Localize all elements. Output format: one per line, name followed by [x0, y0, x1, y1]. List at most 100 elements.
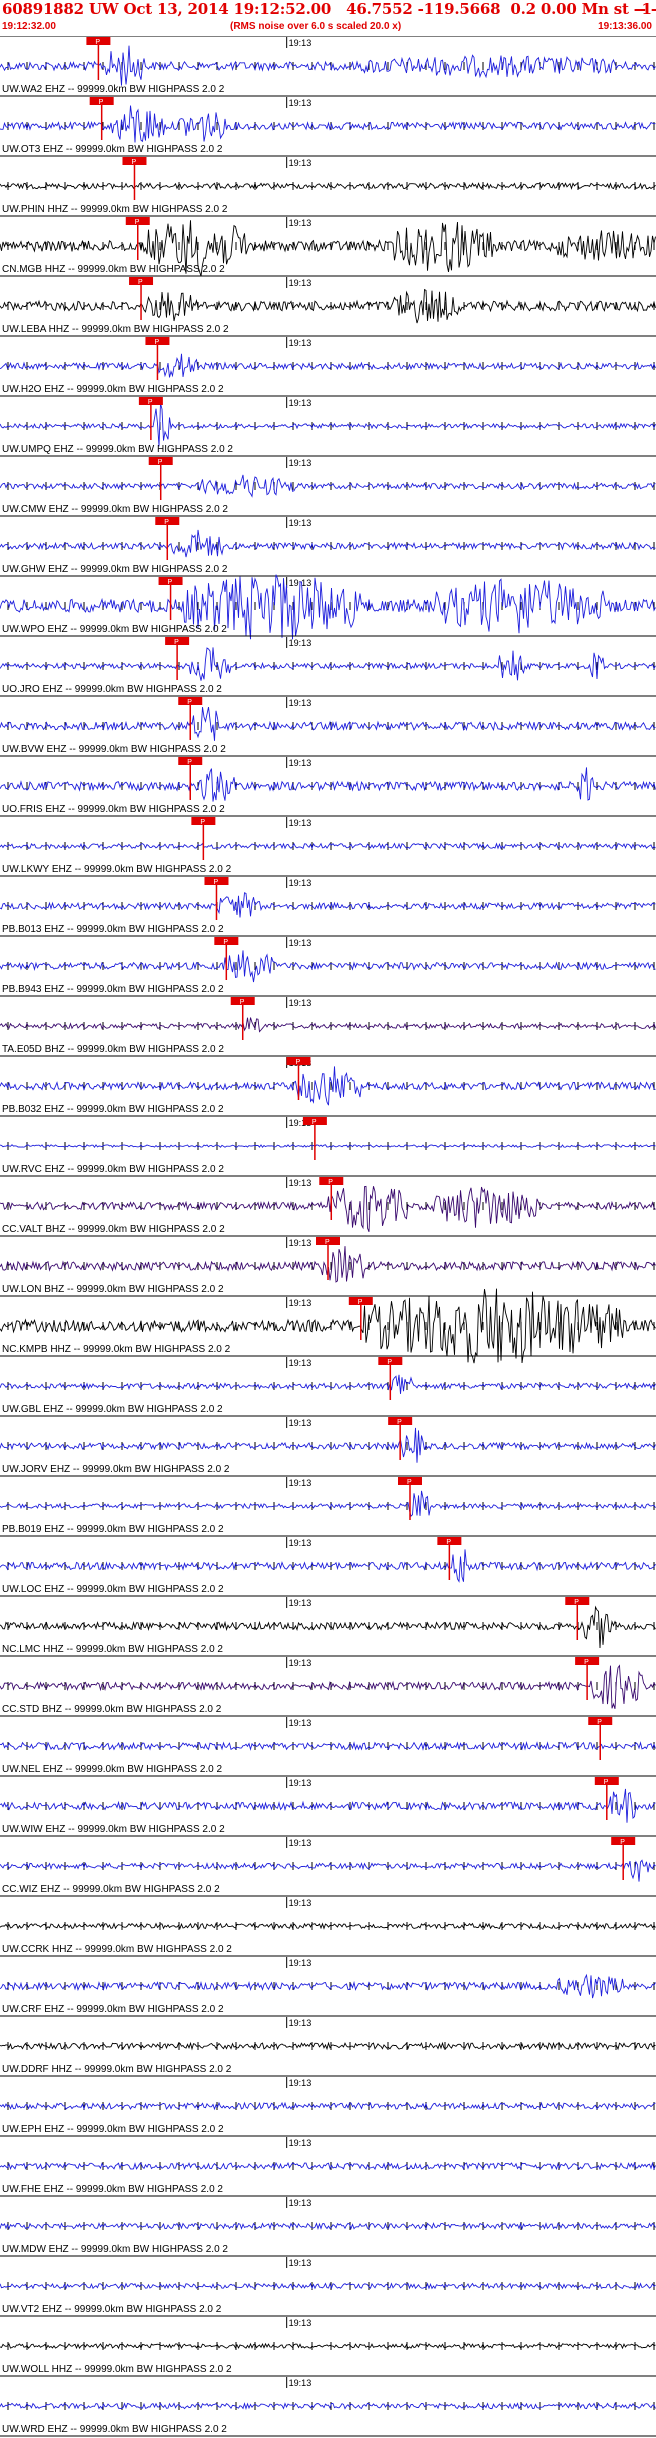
trace-label: UW.CMW EHZ -- 99999.0km BW HIGHPASS 2.0 …	[2, 504, 228, 515]
minute-marker-label: 19:13	[289, 938, 312, 948]
minute-marker-label: 19:13	[289, 1358, 312, 1368]
minute-marker-label: 19:13	[289, 158, 312, 168]
minute-marker-label: 19:13	[289, 698, 312, 708]
pick-label: P	[213, 879, 218, 886]
pick-label: P	[574, 1599, 579, 1606]
pick-label: P	[148, 399, 153, 406]
trace-label: UW.H2O EHZ -- 99999.0km BW HIGHPASS 2.0 …	[2, 384, 224, 395]
trace-label: UW.VT2 EHZ -- 99999.0km BW HIGHPASS 2.0 …	[2, 2304, 222, 2315]
pick-label: P	[358, 1299, 363, 1306]
waveform-trace	[0, 2222, 656, 2231]
trace-label: UW.DDRF HHZ -- 99999.0km BW HIGHPASS 2.0…	[2, 2064, 232, 2075]
minute-marker-label: 19:13	[289, 278, 312, 288]
waveform-trace	[0, 2342, 656, 2350]
trace-label: UW.UMPQ EHZ -- 99999.0km BW HIGHPASS 2.0…	[2, 444, 233, 455]
trace-label: UW.LEBA HHZ -- 99999.0km BW HIGHPASS 2.0…	[2, 324, 229, 335]
pick-label: P	[187, 699, 192, 706]
minute-marker-label: 19:13	[289, 2378, 312, 2388]
pick-label: P	[154, 339, 159, 346]
minute-marker-label: 19:13	[289, 1718, 312, 1728]
minute-marker-label: 19:13	[289, 1598, 312, 1608]
waveform-trace	[0, 474, 656, 498]
waveform-trace	[0, 1788, 656, 1823]
trace-label: UW.LKWY EHZ -- 99999.0km BW HIGHPASS 2.0…	[2, 864, 232, 875]
trace-label: UW.EPH EHZ -- 99999.0km BW HIGHPASS 2.0 …	[2, 2124, 224, 2135]
trace-label: UW.WA2 EHZ -- 99999.0km BW HIGHPASS 2.0 …	[2, 84, 225, 95]
trace-label: UO.FRIS EHZ -- 99999.0km BW HIGHPASS 2.0…	[2, 804, 225, 815]
pick-label: P	[387, 1359, 392, 1366]
pick-label: P	[135, 219, 140, 226]
header: 60891882 UW Oct 13, 2014 19:12:52.00 46.…	[0, 0, 656, 36]
trace-label: UW.GHW EHZ -- 99999.0km BW HIGHPASS 2.0 …	[2, 564, 228, 575]
waveform-trace	[0, 1605, 656, 1649]
waveform-trace	[0, 2402, 656, 2410]
waveform-trace	[0, 1427, 656, 1463]
trace-label: UW.FHE EHZ -- 99999.0km BW HIGHPASS 2.0 …	[2, 2184, 223, 2195]
waveform-trace	[0, 1374, 656, 1394]
waveform-trace	[0, 1859, 656, 1882]
trace-label: UW.MDW EHZ -- 99999.0km BW HIGHPASS 2.0 …	[2, 2244, 228, 2255]
minute-marker-label: 19:13	[289, 2318, 312, 2328]
trace-label: NC.LMC HHZ -- 99999.0km BW HIGHPASS 2.0 …	[2, 1644, 223, 1655]
minute-marker-label: 19:13	[289, 1478, 312, 1488]
minute-marker-label: 19:13	[289, 2078, 312, 2088]
seismogram-plot: 19:13 P UW.WA2 EHZ -- 99999.0km BW HIGHPAS…	[0, 36, 656, 2437]
noise-note: (RMS noise over 6.0 s scaled 20.0 x)	[230, 21, 402, 32]
waveform-trace	[0, 950, 656, 983]
pick-label: P	[168, 579, 173, 586]
pick-label: P	[312, 1119, 317, 1126]
waveform-trace	[0, 892, 656, 918]
trace-label: UO.JRO EHZ -- 99999.0km BW HIGHPASS 2.0 …	[2, 684, 222, 695]
waveform-trace	[0, 1741, 656, 1751]
waveform-trace	[0, 2101, 656, 2111]
waveform-trace	[0, 1066, 656, 1106]
trace-label: UW.RVC EHZ -- 99999.0km BW HIGHPASS 2.0 …	[2, 1164, 224, 1175]
waveform-trace	[0, 647, 656, 681]
minute-marker-label: 19:13	[289, 458, 312, 468]
minute-marker-label: 19:13	[289, 1838, 312, 1848]
minute-marker-label: 19:13	[289, 98, 312, 108]
pick-label: P	[397, 1419, 402, 1426]
pick-label: P	[200, 819, 205, 826]
minute-marker-label: 19:13	[289, 1538, 312, 1548]
waveform-trace	[0, 1017, 656, 1033]
minute-marker-label: 19:13	[289, 1778, 312, 1788]
minute-marker-label: 19:13	[289, 1898, 312, 1908]
pick-label: P	[584, 1659, 589, 1666]
trace-label: UW.WRD EHZ -- 99999.0km BW HIGHPASS 2.0 …	[2, 2424, 227, 2435]
end-time: 19:13:36.00	[598, 21, 652, 32]
trace-label: NC.KMPB HHZ -- 99999.0km BW HIGHPASS 2.0…	[2, 1344, 231, 1355]
pick-label: P	[223, 939, 228, 946]
trace-label: UW.CRF EHZ -- 99999.0km BW HIGHPASS 2.0 …	[2, 2004, 224, 2015]
trace-label: UW.LOC EHZ -- 99999.0km BW HIGHPASS 2.0 …	[2, 1584, 224, 1595]
pick-label: P	[240, 999, 245, 1006]
trace-label: CC.WIZ EHZ -- 99999.0km BW HIGHPASS 2.0 …	[2, 1884, 220, 1895]
waveform-trace	[0, 529, 656, 558]
minute-marker-label: 19:13	[289, 398, 312, 408]
waveform-trace	[0, 1144, 656, 1148]
event-suffix: -1	[635, 0, 652, 18]
waveform-trace	[0, 2041, 656, 2051]
trace-label: CN.MGB HHZ -- 99999.0km BW HIGHPASS 2.0 …	[2, 264, 225, 275]
pick-label: P	[158, 459, 163, 466]
waveform-trace	[0, 2161, 656, 2171]
waveform-trace	[0, 1922, 656, 1930]
trace-label: UW.CCRK HHZ -- 99999.0km BW HIGHPASS 2.0…	[2, 1944, 232, 1955]
pick-label: P	[138, 279, 143, 286]
trace-label: PB.B032 EHZ -- 99999.0km BW HIGHPASS 2.0…	[2, 1104, 224, 1115]
pick-label: P	[174, 639, 179, 646]
trace-label: UW.NEL EHZ -- 99999.0km BW HIGHPASS 2.0 …	[2, 1764, 223, 1775]
pick-label: P	[187, 759, 192, 766]
waveform-trace	[0, 707, 656, 741]
trace-label: PB.B019 EHZ -- 99999.0km BW HIGHPASS 2.0…	[2, 1524, 224, 1535]
pick-label: P	[407, 1479, 412, 1486]
pick-label: P	[99, 99, 104, 106]
trace-label: UW.GBL EHZ -- 99999.0km BW HIGHPASS 2.0 …	[2, 1404, 223, 1415]
waveform-trace	[0, 1664, 656, 1710]
trace-label: TA.E05D BHZ -- 99999.0km BW HIGHPASS 2.0…	[2, 1044, 224, 1055]
waveform-trace	[0, 353, 656, 378]
waveform-trace	[0, 288, 656, 324]
trace-label: UW.WOLL HHZ -- 99999.0km BW HIGHPASS 2.0…	[2, 2364, 232, 2375]
pick-label: P	[446, 1539, 451, 1546]
trace-label: UW.WIW EHZ -- 99999.0km BW HIGHPASS 2.0 …	[2, 1824, 225, 1835]
